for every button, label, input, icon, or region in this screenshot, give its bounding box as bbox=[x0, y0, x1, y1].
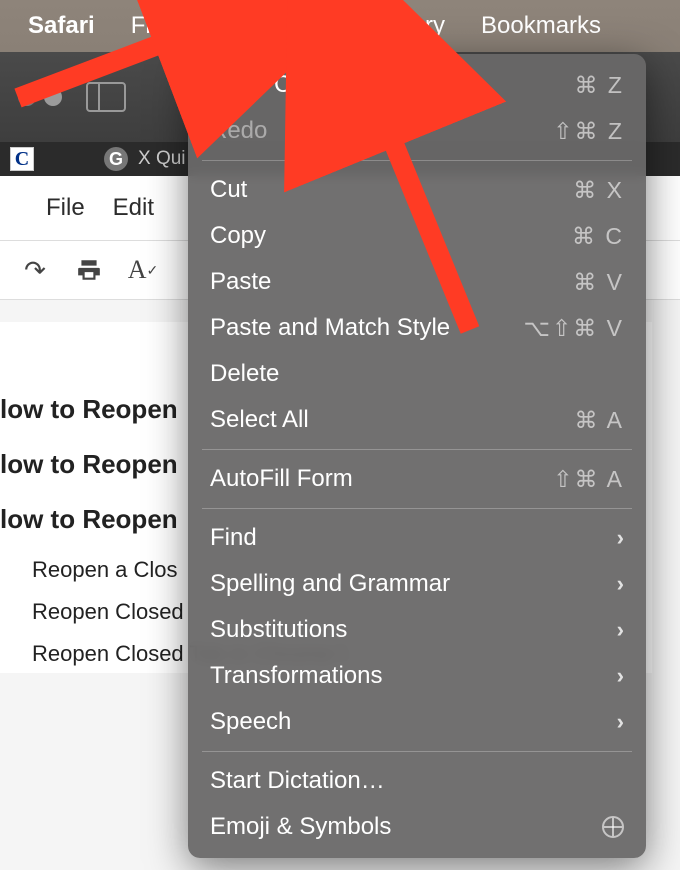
menu-item-shortcut: ⇧⌘ A bbox=[553, 466, 624, 493]
menu-item-label: Copy bbox=[210, 222, 266, 250]
tab-title[interactable]: X Qui bbox=[138, 148, 186, 170]
menu-item-label: Paste bbox=[210, 268, 271, 296]
menu-start-dictation[interactable]: Start Dictation… bbox=[188, 758, 646, 804]
menu-item-label: Start Dictation… bbox=[210, 767, 385, 795]
menu-substitutions[interactable]: Substitutions › bbox=[188, 607, 646, 653]
menu-bookmarks[interactable]: Bookmarks bbox=[463, 6, 619, 46]
menu-delete[interactable]: Delete bbox=[188, 351, 646, 397]
menu-item-shortcut: ⌘ X bbox=[573, 177, 624, 204]
menu-item-label: Find bbox=[210, 524, 257, 552]
tab-favicon-c-icon[interactable]: C bbox=[10, 147, 34, 171]
menu-item-shortcut: ⇧⌘ Z bbox=[553, 118, 624, 145]
tab-favicon-g-icon[interactable]: G bbox=[104, 147, 128, 171]
print-icon[interactable] bbox=[74, 255, 104, 285]
doc-menu-edit[interactable]: Edit bbox=[113, 194, 154, 222]
menu-edit[interactable]: Edit bbox=[187, 6, 264, 46]
menu-separator bbox=[202, 449, 632, 450]
menu-item-label: Redo bbox=[210, 117, 267, 145]
menu-separator bbox=[202, 160, 632, 161]
menu-file[interactable]: File bbox=[113, 6, 188, 46]
menu-item-shortcut: ⌘ C bbox=[572, 223, 624, 250]
menu-undo-close-tab[interactable]: Undo Close Tab ⌘ Z bbox=[188, 62, 646, 108]
menu-paste-match-style[interactable]: Paste and Match Style ⌥⇧⌘ V bbox=[188, 305, 646, 351]
menu-cut[interactable]: Cut ⌘ X bbox=[188, 167, 646, 213]
menu-autofill-form[interactable]: AutoFill Form ⇧⌘ A bbox=[188, 456, 646, 502]
menu-item-label: Transformations bbox=[210, 662, 383, 690]
chevron-right-icon: › bbox=[617, 525, 624, 551]
chevron-right-icon: › bbox=[617, 617, 624, 643]
menu-item-label: Spelling and Grammar bbox=[210, 570, 450, 598]
menu-paste[interactable]: Paste ⌘ V bbox=[188, 259, 646, 305]
edit-dropdown-menu: Undo Close Tab ⌘ Z Redo ⇧⌘ Z Cut ⌘ X Cop… bbox=[188, 54, 646, 858]
menu-speech[interactable]: Speech › bbox=[188, 699, 646, 745]
close-window-icon[interactable] bbox=[18, 88, 36, 106]
menu-item-shortcut: ⌘ A bbox=[575, 407, 624, 434]
menu-item-label: Substitutions bbox=[210, 616, 347, 644]
spellcheck-icon[interactable]: A✓ bbox=[128, 255, 158, 285]
menu-item-shortcut: ⌘ Z bbox=[575, 72, 624, 99]
redo-icon[interactable]: ↷ bbox=[20, 255, 50, 285]
doc-menu-file[interactable]: File bbox=[46, 194, 85, 222]
menu-redo: Redo ⇧⌘ Z bbox=[188, 108, 646, 154]
window-controls[interactable] bbox=[18, 88, 62, 106]
sidebar-toggle-icon[interactable] bbox=[86, 82, 126, 112]
menu-copy[interactable]: Copy ⌘ C bbox=[188, 213, 646, 259]
menu-item-shortcut: ⌥⇧⌘ V bbox=[523, 315, 624, 342]
chevron-right-icon: › bbox=[617, 663, 624, 689]
menu-item-shortcut: ⌘ V bbox=[573, 269, 624, 296]
menu-item-label: Emoji & Symbols bbox=[210, 813, 391, 841]
menu-emoji-symbols[interactable]: Emoji & Symbols bbox=[188, 804, 646, 850]
menu-item-label: AutoFill Form bbox=[210, 465, 353, 493]
menu-item-label: Cut bbox=[210, 176, 247, 204]
menu-find[interactable]: Find › bbox=[188, 515, 646, 561]
menu-history[interactable]: History bbox=[352, 6, 463, 46]
globe-icon bbox=[602, 816, 624, 838]
menu-spelling-grammar[interactable]: Spelling and Grammar › bbox=[188, 561, 646, 607]
menu-item-label: Select All bbox=[210, 406, 309, 434]
menu-select-all[interactable]: Select All ⌘ A bbox=[188, 397, 646, 443]
menu-view[interactable]: View bbox=[265, 6, 353, 46]
menu-transformations[interactable]: Transformations › bbox=[188, 653, 646, 699]
menu-item-label: Speech bbox=[210, 708, 291, 736]
minimize-window-icon[interactable] bbox=[44, 88, 62, 106]
menu-item-label: Paste and Match Style bbox=[210, 314, 450, 342]
menu-separator bbox=[202, 751, 632, 752]
menu-item-label: Delete bbox=[210, 360, 279, 388]
chevron-right-icon: › bbox=[617, 709, 624, 735]
app-menu[interactable]: Safari bbox=[10, 6, 113, 46]
chevron-right-icon: › bbox=[617, 571, 624, 597]
menu-separator bbox=[202, 508, 632, 509]
menu-item-label: Undo Close Tab bbox=[210, 71, 380, 99]
macos-menubar: Safari File Edit View History Bookmarks bbox=[0, 0, 680, 52]
